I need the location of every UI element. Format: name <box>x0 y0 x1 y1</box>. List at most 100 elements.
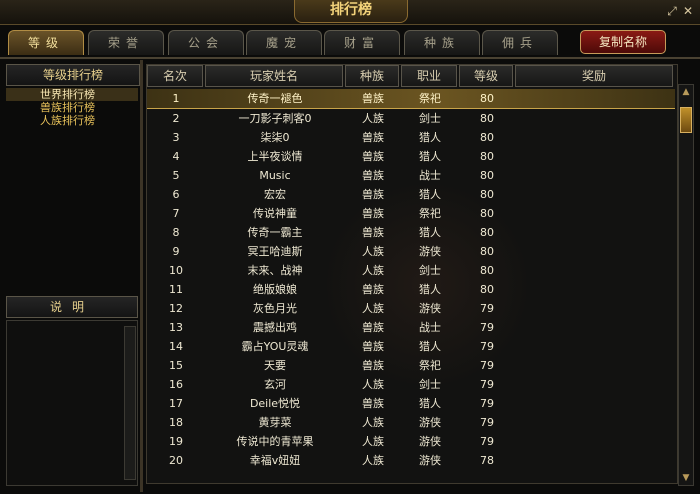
table-row[interactable]: 6 宏宏 兽族 猎人 80 <box>147 185 675 204</box>
cell-rank: 16 <box>169 378 183 391</box>
table-row[interactable]: 11 绝版娘娘 兽族 猎人 80 <box>147 280 675 299</box>
column-level[interactable]: 等级 <box>459 65 513 87</box>
table-row[interactable]: 1 传奇一褪色 兽族 祭祀 80 <box>147 89 675 109</box>
copy-name-button[interactable]: 复制名称 <box>580 30 666 54</box>
table-row[interactable]: 4 上半夜谈情 兽族 猎人 80 <box>147 147 675 166</box>
cell-level: 80 <box>480 188 494 201</box>
tab-guild[interactable]: 公会 <box>168 30 244 55</box>
cell-level: 80 <box>480 112 494 125</box>
table-row[interactable]: 3 柒柒0 兽族 猎人 80 <box>147 128 675 147</box>
cell-race: 兽族 <box>362 207 384 220</box>
cell-class: 祭祀 <box>419 359 441 372</box>
table-row[interactable]: 15 天要 兽族 祭祀 79 <box>147 356 675 375</box>
column-rank[interactable]: 名次 <box>147 65 203 87</box>
table-row[interactable]: 17 Deile悦悦 兽族 猎人 79 <box>147 394 675 413</box>
cell-class: 游侠 <box>419 302 441 315</box>
cell-race: 兽族 <box>362 92 384 105</box>
ranking-item-human[interactable]: 人族排行榜 <box>6 114 138 127</box>
cell-class: 战士 <box>419 321 441 334</box>
cell-name: Deile悦悦 <box>249 397 301 410</box>
scroll-thumb[interactable] <box>680 107 692 133</box>
cell-rank: 4 <box>172 150 180 163</box>
cell-race: 人族 <box>362 435 384 448</box>
cell-race: 兽族 <box>362 359 384 372</box>
table-row[interactable]: 2 一刀影子刺客0 人族 剑士 80 <box>147 109 675 128</box>
cell-class: 游侠 <box>419 454 441 467</box>
cell-race: 兽族 <box>362 226 384 239</box>
column-class[interactable]: 职业 <box>401 65 457 87</box>
cell-rank: 20 <box>169 454 183 467</box>
cell-level: 79 <box>480 416 494 429</box>
level-ranking-header: 等级排行榜 <box>6 64 140 86</box>
cell-name: 天要 <box>264 359 286 372</box>
cell-rank: 18 <box>169 416 183 429</box>
tab-wealth[interactable]: 财富 <box>324 30 400 55</box>
table-row[interactable]: 14 霸占YOU灵魂 兽族 猎人 79 <box>147 337 675 356</box>
cell-rank: 11 <box>169 283 183 296</box>
table-body: 1 传奇一褪色 兽族 祭祀 80 2 一刀影子刺客0 人族 剑士 80 3 柒柒0 兽族 猎人 80 4 上半夜… <box>147 89 675 470</box>
cell-name: 上半夜谈情 <box>247 150 303 163</box>
cell-level: 79 <box>480 340 494 353</box>
cell-race: 兽族 <box>362 283 384 296</box>
cell-level: 80 <box>480 283 494 296</box>
ranking-item-beast[interactable]: 兽族排行榜 <box>6 101 138 114</box>
cell-name: Music <box>259 169 291 182</box>
cell-level: 79 <box>480 378 494 391</box>
cell-rank: 9 <box>172 245 180 258</box>
cell-class: 猎人 <box>419 283 441 296</box>
column-name[interactable]: 玩家姓名 <box>205 65 343 87</box>
table-row[interactable]: 10 末来、战神 人族 剑士 80 <box>147 261 675 280</box>
cell-level: 79 <box>480 321 494 334</box>
cell-rank: 17 <box>169 397 183 410</box>
scroll-down-icon[interactable]: ▼ <box>679 471 693 485</box>
cell-race: 兽族 <box>362 150 384 163</box>
cell-race: 兽族 <box>362 321 384 334</box>
scroll-up-icon[interactable]: ▲ <box>679 85 693 99</box>
tab-mercenary[interactable]: 佣兵 <box>482 30 558 55</box>
table-row[interactable]: 16 玄河 人族 剑士 79 <box>147 375 675 394</box>
cell-level: 79 <box>480 397 494 410</box>
cell-name: 一刀影子刺客0 <box>238 112 312 125</box>
cell-race: 人族 <box>362 264 384 277</box>
cell-name: 灰色月光 <box>253 302 297 315</box>
table-row[interactable]: 19 传说中的青苹果 人族 游侠 79 <box>147 432 675 451</box>
cell-name: 霸占YOU灵魂 <box>241 340 309 353</box>
cell-level: 80 <box>480 92 494 105</box>
close-icon[interactable]: ✕ <box>681 4 695 18</box>
cell-level: 80 <box>480 264 494 277</box>
ranking-item-world[interactable]: 世界排行榜 <box>6 88 138 101</box>
description-scrollbar[interactable] <box>124 326 136 480</box>
cell-level: 80 <box>480 245 494 258</box>
table-row[interactable]: 9 冥王哈迪斯 人族 游侠 80 <box>147 242 675 261</box>
cell-race: 兽族 <box>362 340 384 353</box>
tab-race[interactable]: 种族 <box>404 30 480 55</box>
cell-rank: 6 <box>172 188 180 201</box>
table-row[interactable]: 5 Music 兽族 战士 80 <box>147 166 675 185</box>
table-row[interactable]: 18 黄芽菜 人族 游侠 79 <box>147 413 675 432</box>
table-row[interactable]: 13 震撼出鸡 兽族 战士 79 <box>147 318 675 337</box>
cell-race: 人族 <box>362 302 384 315</box>
cell-rank: 12 <box>169 302 183 315</box>
column-reward[interactable]: 奖励 <box>515 65 673 87</box>
cell-class: 战士 <box>419 169 441 182</box>
table-row[interactable]: 20 幸福v妞妞 人族 游侠 78 <box>147 451 675 470</box>
cell-name: 震撼出鸡 <box>253 321 297 334</box>
cell-level: 79 <box>480 302 494 315</box>
cell-level: 78 <box>480 454 494 467</box>
tab-honor[interactable]: 荣誉 <box>88 30 164 55</box>
tab-level[interactable]: 等级 <box>8 30 84 55</box>
resize-icon[interactable]: ⤢ <box>665 4 679 18</box>
table-row[interactable]: 7 传说神童 兽族 祭祀 80 <box>147 204 675 223</box>
cell-race: 兽族 <box>362 397 384 410</box>
column-race[interactable]: 种族 <box>345 65 399 87</box>
table-scrollbar[interactable]: ▲ ▼ <box>678 84 694 486</box>
cell-name: 传奇一褪色 <box>247 92 303 105</box>
table-row[interactable]: 8 传奇一霸主 兽族 猎人 80 <box>147 223 675 242</box>
cell-rank: 15 <box>169 359 183 372</box>
window-title: 排行榜 <box>294 0 408 23</box>
divider <box>140 60 143 492</box>
cell-name: 末来、战神 <box>247 264 303 277</box>
ranking-table: 名次 玩家姓名 种族 职业 等级 奖励 1 传奇一褪色 兽族 祭祀 80 2 一刀影子刺客0… <box>146 64 678 484</box>
tab-pet[interactable]: 魔宠 <box>246 30 322 55</box>
table-row[interactable]: 12 灰色月光 人族 游侠 79 <box>147 299 675 318</box>
